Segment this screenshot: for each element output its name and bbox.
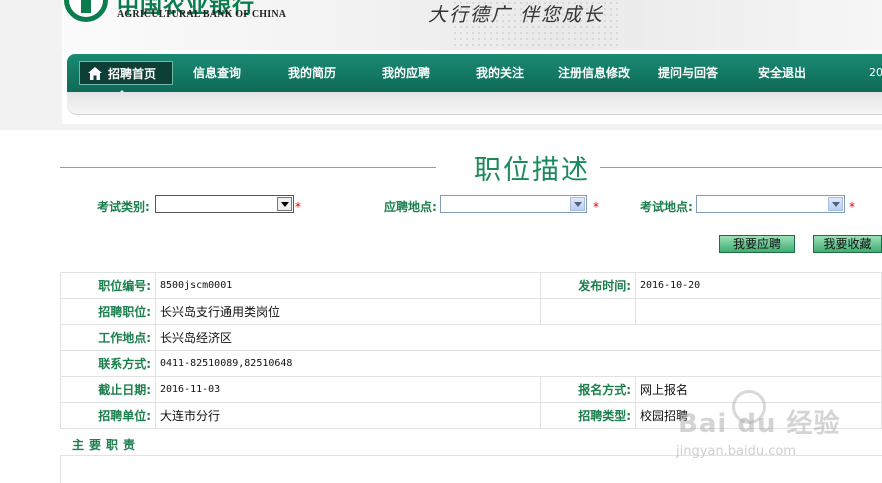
contact-value: 0411-82510089,82510648 [155, 350, 882, 377]
unit-label: 招聘单位: [60, 402, 156, 429]
nav-item-home[interactable]: 招聘首页 [79, 61, 173, 85]
duties-box-edge [60, 456, 61, 483]
nav-sub-strip [67, 92, 882, 115]
table-row: 职位编号: 8500jscm0001 发布时间: 2016-10-20 [60, 272, 882, 299]
nav-item-my-follows[interactable]: 我的关注 [476, 63, 524, 83]
apply-button[interactable]: 我要应聘 [719, 235, 795, 253]
signup-method-label: 报名方式: [540, 376, 636, 403]
deadline-label: 截止日期: [60, 376, 156, 403]
job-id-label: 职位编号: [60, 272, 156, 299]
empty-cell [635, 298, 882, 325]
logo-english-name: AGRICULTURAL BANK OF CHINA [117, 9, 287, 20]
required-mark: * [593, 200, 599, 214]
chevron-down-icon [828, 197, 843, 211]
unit-value: 大连市分行 [155, 402, 541, 429]
page-title: 职位描述 [474, 155, 590, 186]
position-value: 长兴岛支行通用类岗位 [155, 298, 541, 325]
publish-time-label: 发布时间: [540, 272, 636, 299]
nav-item-label: 招聘首页 [108, 67, 157, 81]
required-mark: * [295, 200, 301, 214]
nav-item-logout[interactable]: 安全退出 [758, 63, 806, 83]
nav-item-my-applications[interactable]: 我的应聘 [382, 63, 430, 83]
nav-item-edit-registration[interactable]: 注册信息修改 [558, 63, 630, 83]
work-location-label: 工作地点: [60, 324, 156, 351]
publish-time-value: 2016-10-20 [635, 272, 882, 299]
home-icon [88, 67, 102, 80]
nav-item-info-query[interactable]: 信息查询 [193, 63, 241, 83]
nav-bar: 招聘首页 信息查询 我的简历 我的应聘 我的关注 注册信息修改 提问与回答 安全… [67, 54, 882, 97]
main-duties-heading: 主要职责 [72, 438, 141, 452]
job-id-value: 8500jscm0001 [155, 272, 541, 299]
site-header: 中国农业银行 AGRICULTURAL BANK OF CHINA 大行德广 伴… [0, 0, 882, 130]
apply-location-label: 应聘地点: [384, 200, 437, 214]
nav-item-qa[interactable]: 提问与回答 [658, 63, 718, 83]
chevron-down-icon [570, 197, 585, 211]
main-nav: 招聘首页 信息查询 我的简历 我的应聘 我的关注 注册信息修改 提问与回答 安全… [62, 50, 882, 124]
nav-item-my-resume[interactable]: 我的简历 [288, 63, 336, 83]
table-row: 工作地点: 长兴岛经济区 [60, 324, 882, 351]
required-mark: * [849, 200, 855, 214]
favorite-button[interactable]: 我要收藏 [813, 235, 882, 253]
baidu-watermark: Bai du 经验 [678, 409, 841, 439]
empty-cell [540, 298, 636, 325]
exam-location-label: 考试地点: [640, 200, 693, 214]
work-location-value: 长兴岛经济区 [155, 324, 882, 351]
contact-label: 联系方式: [60, 350, 156, 377]
table-row: 招聘职位: 长兴岛支行通用类岗位 [60, 298, 882, 325]
header-slogan: 大行德广 伴您成长 [428, 4, 605, 26]
position-label: 招聘职位: [60, 298, 156, 325]
nav-date: 20 [869, 66, 882, 79]
exam-location-select[interactable] [696, 195, 845, 213]
title-divider-right [600, 167, 882, 168]
apply-location-select[interactable] [440, 195, 587, 213]
recruit-type-label: 招聘类型: [540, 402, 636, 429]
exam-type-select[interactable] [155, 195, 294, 213]
table-row: 联系方式: 0411-82510089,82510648 [60, 350, 882, 377]
baidu-watermark-url: jingyan.baidu.com [676, 444, 796, 459]
title-divider-left [60, 167, 436, 168]
deadline-value: 2016-11-03 [155, 376, 541, 403]
exam-type-label: 考试类别: [97, 200, 150, 214]
chevron-down-icon [277, 197, 292, 211]
